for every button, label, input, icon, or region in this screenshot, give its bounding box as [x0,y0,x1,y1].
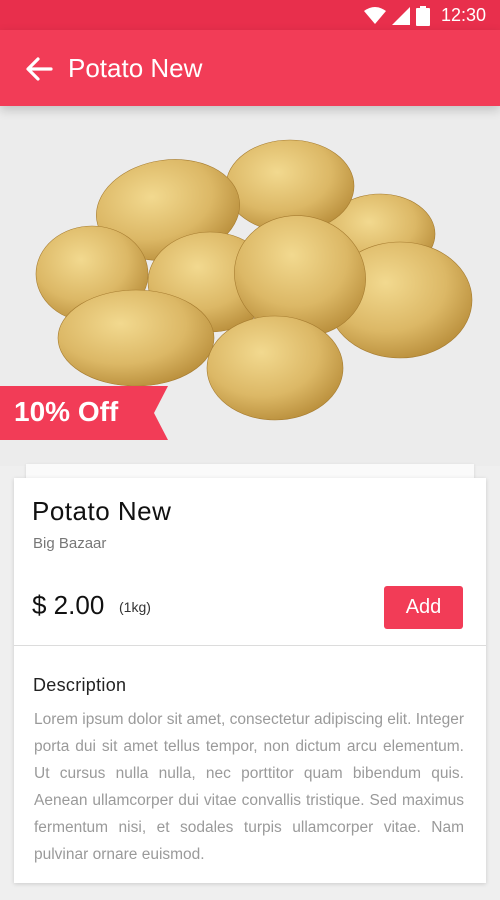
arrow-left-icon[interactable] [24,54,54,84]
discount-label: 10% Off [14,396,119,427]
discount-ribbon: 10% Off [0,386,168,440]
description-title: Description [33,675,127,695]
status-time: 12:30 [440,5,486,25]
product-card: Potato New Big Bazaar $ 2.00 (1kg) Add D… [14,478,486,883]
battery-icon [416,6,430,31]
app-bar: Potato New [0,30,500,106]
product-unit: (1kg) [119,599,151,615]
store-name: Big Bazaar [33,535,107,552]
status-icons [364,6,430,31]
description-text: Lorem ipsum dolor sit amet, consectetur … [34,711,464,863]
status-bar: 12:30 [0,0,500,30]
signal-icon [392,7,410,30]
divider [14,645,486,646]
product-price: $ 2.00 [32,590,105,620]
product-name: Potato New [32,496,172,526]
page-title: Potato New [68,53,203,83]
wifi-icon [364,7,386,30]
add-button[interactable]: Add [384,586,463,629]
